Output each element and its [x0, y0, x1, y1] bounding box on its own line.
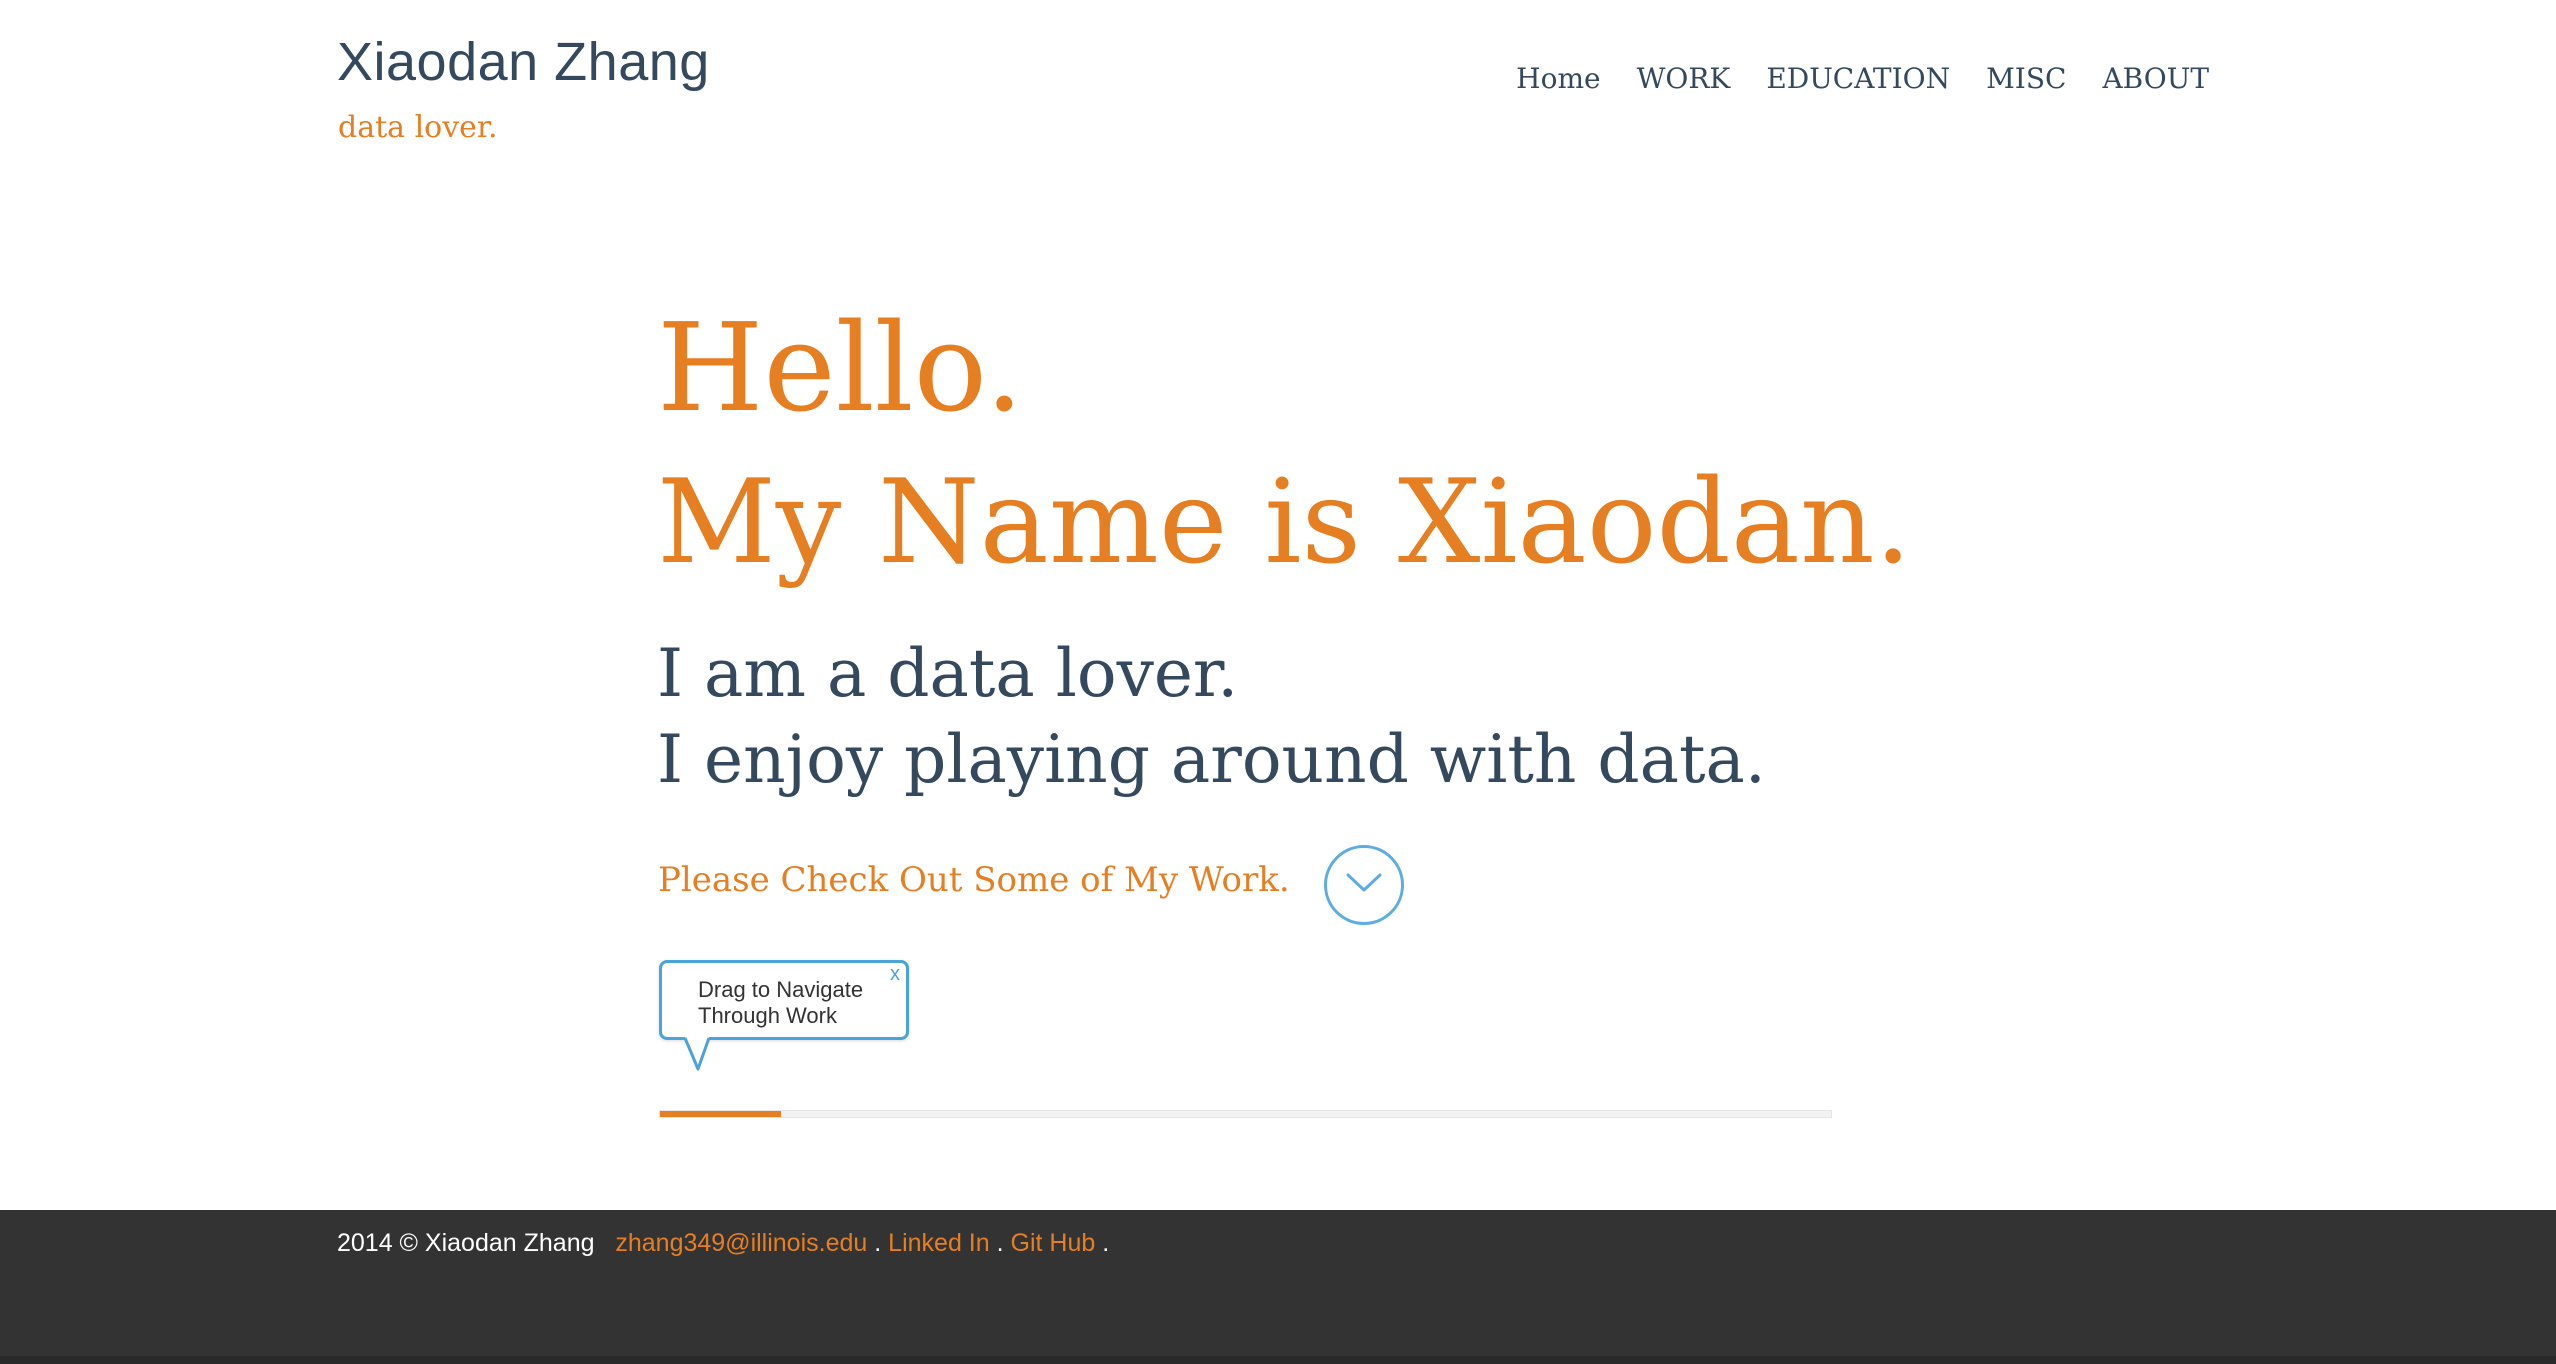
footer-separator: . [874, 1229, 882, 1257]
footer-github-link[interactable]: Git Hub [1011, 1229, 1096, 1257]
footer-copyright: 2014 © Xiaodan Zhang [337, 1229, 595, 1257]
footer-separator: . [1102, 1229, 1110, 1257]
footer-bottom-bar [0, 1356, 2556, 1364]
footer: 2014 © Xiaodan Zhang zhang349@illinois.e… [0, 1210, 2556, 1364]
nav-item-work[interactable]: WORK [1637, 62, 1731, 96]
site-title[interactable]: Xiaodan Zhang [337, 30, 710, 95]
nav-item-about[interactable]: ABOUT [2102, 62, 2209, 96]
footer-linkedin-link[interactable]: Linked In [888, 1229, 989, 1257]
tooltip-text: Drag to Navigate Through Work [698, 977, 863, 1029]
tooltip-close-button[interactable]: x [890, 964, 900, 984]
work-slider-progress[interactable] [660, 1111, 781, 1117]
check-out-work-link[interactable]: Please Check Out Some of My Work. [658, 860, 1290, 901]
nav-item-education[interactable]: EDUCATION [1766, 62, 1950, 96]
tooltip-pointer [684, 1037, 710, 1071]
chevron-down-icon [1346, 873, 1382, 892]
nav-item-home[interactable]: Home [1516, 62, 1600, 96]
hero-intro-line-2: I enjoy playing around with data. [657, 721, 1766, 798]
tooltip-line-2: Through Work [698, 1003, 837, 1028]
hero-greeting: Hello. [657, 297, 1024, 439]
footer-line: 2014 © Xiaodan Zhang zhang349@illinois.e… [337, 1228, 1109, 1258]
nav-item-misc[interactable]: MISC [1986, 62, 2066, 96]
footer-email-link[interactable]: zhang349@illinois.edu [615, 1229, 867, 1257]
hero-intro-line-1: I am a data lover. [657, 635, 1239, 712]
work-slider-track[interactable] [659, 1110, 1832, 1118]
main-nav: Home WORK EDUCATION MISC ABOUT [1516, 62, 2209, 96]
hero-name-heading: My Name is Xiaodan. [657, 455, 1912, 590]
drag-hint-tooltip: Drag to Navigate Through Work x [659, 960, 909, 1040]
site-tagline: data lover. [338, 110, 498, 145]
tooltip-line-1: Drag to Navigate [698, 977, 864, 1002]
scroll-down-button[interactable] [1324, 845, 1404, 925]
footer-separator: . [996, 1229, 1004, 1257]
